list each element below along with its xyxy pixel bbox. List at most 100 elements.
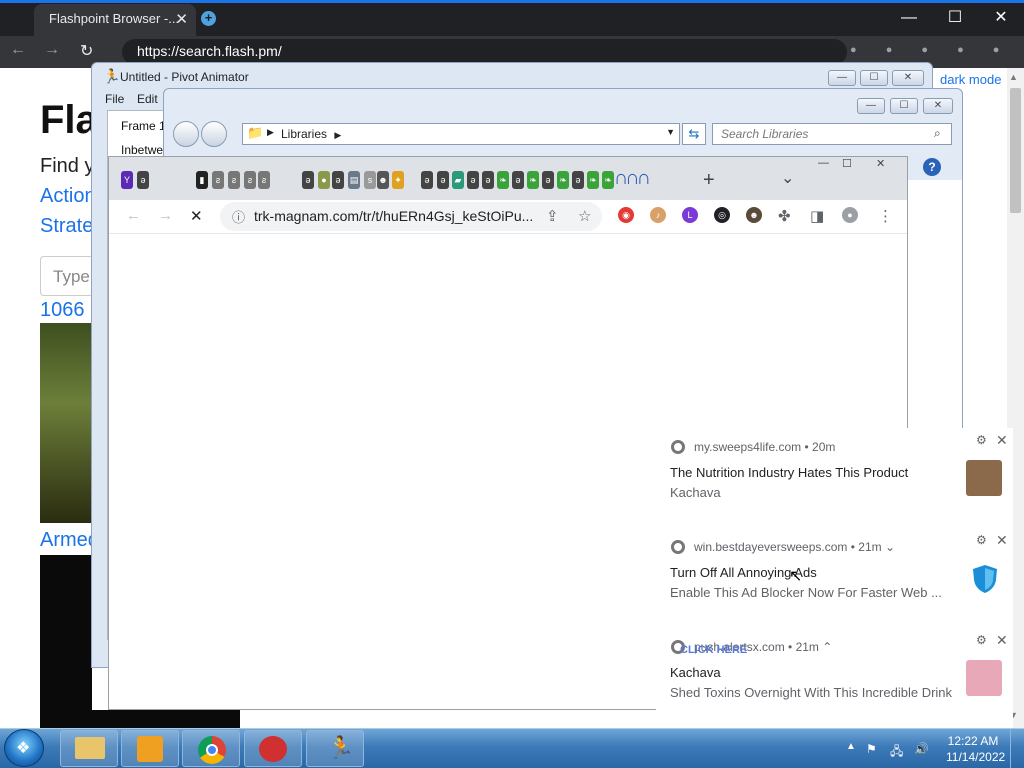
click-here-overlay[interactable]: CLICK HERE bbox=[680, 644, 747, 656]
tray-expand-icon[interactable]: ▲ bbox=[846, 741, 856, 752]
pinned-tab-icon[interactable]: ə bbox=[302, 171, 314, 189]
pinned-tab-icon[interactable]: ə bbox=[437, 171, 449, 189]
chrome-close-button[interactable]: ✕ bbox=[876, 157, 885, 170]
tab-search-chevron-icon[interactable]: ⌄ bbox=[781, 168, 794, 188]
explorer-back-button[interactable] bbox=[173, 121, 199, 147]
pinned-tab-icon[interactable]: ● bbox=[318, 171, 330, 189]
pinned-tab-icon[interactable]: ƨ bbox=[212, 171, 224, 189]
address-dropdown-icon[interactable]: ▼ bbox=[666, 127, 675, 137]
pivot-close-button[interactable]: ✕ bbox=[892, 70, 924, 86]
link-action[interactable]: Action bbox=[40, 185, 96, 208]
help-icon[interactable]: ? bbox=[923, 158, 941, 176]
chrome-omnibox[interactable]: ⓘ trk-magnam.com/tr/t/huERn4Gsj_keStOiPu… bbox=[220, 202, 602, 231]
close-tab-icon[interactable]: ✕ bbox=[175, 10, 188, 28]
pinned-tab-icon[interactable]: ə bbox=[572, 171, 584, 189]
outer-toolbar-icons[interactable]: ● ● ● ● ● ● bbox=[850, 44, 1024, 56]
notification-card[interactable]: win.bestdayeversweeps.com • 21m ⌄ ⚙ ✕ Tu… bbox=[656, 528, 1013, 628]
notification-card[interactable]: my.sweeps4life.com • 20m ⚙ ✕ The Nutriti… bbox=[656, 428, 1013, 528]
close-icon[interactable]: ✕ bbox=[996, 532, 1008, 549]
pinned-tab-icon[interactable]: ə bbox=[482, 171, 494, 189]
stop-loading-icon[interactable]: ✕ bbox=[190, 207, 203, 225]
outer-browser-tab[interactable]: Flashpoint Browser -... ✕ bbox=[34, 4, 196, 36]
pinned-tab-icon[interactable]: ƨ bbox=[228, 171, 240, 189]
pinned-tab-icon[interactable]: ƨ bbox=[244, 171, 256, 189]
pivot-minimize-button[interactable]: — bbox=[828, 70, 856, 86]
pinned-tab-icon[interactable]: ❧ bbox=[527, 171, 539, 189]
pinned-tab-icon[interactable]: ▤ bbox=[348, 171, 360, 189]
extension-icon[interactable]: ♪ bbox=[650, 207, 666, 223]
pinned-tab-icon[interactable]: ə bbox=[512, 171, 524, 189]
libraries-close-button[interactable]: ✕ bbox=[923, 98, 953, 114]
chrome-forward-icon[interactable]: → bbox=[158, 207, 173, 224]
pinned-tab-icon[interactable]: ✦ bbox=[392, 171, 404, 189]
close-window-button[interactable]: ✕ bbox=[981, 6, 1021, 30]
explorer-address-bar[interactable]: 📁 ▶ Libraries ▶ ▼ bbox=[242, 123, 680, 145]
pinned-tab-icon[interactable]: ə bbox=[542, 171, 554, 189]
extension-icon[interactable]: ◎ bbox=[714, 207, 730, 223]
extension-icon[interactable]: ◉ bbox=[618, 207, 634, 223]
chrome-maximize-button[interactable]: ☐ bbox=[842, 157, 852, 170]
settings-gear-icon[interactable]: ⚙ bbox=[976, 633, 987, 647]
libraries-maximize-button[interactable]: ☐ bbox=[890, 98, 918, 114]
result-link-1066[interactable]: 1066 bbox=[40, 299, 85, 322]
dark-mode-link[interactable]: dark mode bbox=[940, 72, 1001, 87]
close-icon[interactable]: ✕ bbox=[996, 632, 1008, 649]
pinned-tab-icon[interactable]: ❧ bbox=[497, 171, 509, 189]
taskbar-flashpoint-button[interactable] bbox=[244, 730, 302, 767]
volume-icon[interactable]: 🔊 bbox=[914, 742, 929, 756]
new-tab-plus-icon[interactable]: + bbox=[703, 169, 715, 192]
taskbar-explorer-button[interactable] bbox=[60, 730, 118, 767]
search-libraries-input[interactable]: Search Libraries bbox=[712, 123, 952, 145]
settings-gear-icon[interactable]: ⚙ bbox=[976, 533, 987, 547]
reload-icon[interactable]: ↻ bbox=[80, 41, 93, 61]
menu-file[interactable]: File bbox=[105, 92, 124, 106]
pinned-tab-icon[interactable]: ☻ bbox=[377, 171, 389, 189]
taskbar-pivot-button[interactable]: 🏃 bbox=[306, 730, 364, 767]
refresh-icon[interactable]: ⇆ bbox=[682, 123, 706, 145]
notification-card[interactable]: push.alertsx.com • 21m ⌃ CLICK HERE ⚙ ✕ … bbox=[656, 628, 1013, 728]
scroll-up-icon[interactable]: ▲ bbox=[1009, 72, 1018, 82]
action-center-flag-icon[interactable]: ⚑ bbox=[866, 742, 877, 756]
maximize-button[interactable]: ☐ bbox=[935, 6, 975, 30]
side-panel-icon[interactable]: ◨ bbox=[810, 207, 824, 225]
forward-icon[interactable]: → bbox=[44, 41, 60, 59]
extension-icon[interactable]: ☻ bbox=[746, 207, 762, 223]
close-icon[interactable]: ✕ bbox=[996, 432, 1008, 449]
explorer-forward-button[interactable] bbox=[201, 121, 227, 147]
pinned-tab-icon[interactable]: ƨ bbox=[258, 171, 270, 189]
show-desktop-button[interactable] bbox=[1010, 729, 1024, 768]
pinned-tab-icon[interactable]: ❧ bbox=[587, 171, 599, 189]
extensions-puzzle-icon[interactable]: ✤ bbox=[778, 207, 791, 225]
menu-edit[interactable]: Edit bbox=[137, 92, 158, 106]
bookmark-star-icon[interactable]: ☆ bbox=[578, 207, 591, 225]
taskbar-media-button[interactable] bbox=[121, 730, 179, 767]
taskbar-clock[interactable]: 12:22 AM 11/14/2022 bbox=[946, 733, 1005, 765]
pinned-tab-icon[interactable]: ▮ bbox=[196, 171, 208, 189]
minimize-button[interactable]: — bbox=[889, 6, 929, 30]
pinned-tab-icon[interactable]: ə bbox=[421, 171, 433, 189]
share-icon[interactable]: ⇪ bbox=[546, 207, 559, 225]
pinned-tab-arch-icons[interactable]: ∩∩∩ bbox=[614, 167, 651, 190]
back-icon[interactable]: ← bbox=[10, 41, 26, 59]
site-info-icon[interactable]: ⓘ bbox=[232, 207, 245, 226]
pinned-tab-icon[interactable]: ❧ bbox=[557, 171, 569, 189]
pinned-tab-icon[interactable]: ə bbox=[467, 171, 479, 189]
game-thumbnail[interactable] bbox=[40, 323, 92, 523]
search-icon[interactable]: ⌕ bbox=[934, 126, 941, 141]
scrollbar-thumb[interactable] bbox=[1010, 88, 1021, 213]
taskbar-chrome-button[interactable] bbox=[182, 730, 240, 767]
settings-gear-icon[interactable]: ⚙ bbox=[976, 433, 987, 447]
pinned-tab-icon[interactable]: Y bbox=[121, 171, 133, 189]
link-strategy[interactable]: Strate bbox=[40, 215, 93, 238]
new-tab-button[interactable]: + bbox=[201, 11, 216, 26]
pinned-tab-icon[interactable]: s bbox=[364, 171, 376, 189]
chrome-back-icon[interactable]: ← bbox=[126, 207, 141, 224]
pinned-tab-icon[interactable]: ▰ bbox=[452, 171, 464, 189]
pinned-tab-icon[interactable]: ❧ bbox=[602, 171, 614, 189]
profile-avatar-icon[interactable]: ● bbox=[842, 207, 858, 223]
network-icon[interactable]: 🖧 bbox=[890, 742, 903, 763]
extension-icon[interactable]: L bbox=[682, 207, 698, 223]
chrome-menu-icon[interactable]: ⋮ bbox=[878, 207, 893, 225]
pinned-tab-icon[interactable]: ə bbox=[137, 171, 149, 189]
chrome-minimize-button[interactable]: — bbox=[818, 157, 829, 169]
